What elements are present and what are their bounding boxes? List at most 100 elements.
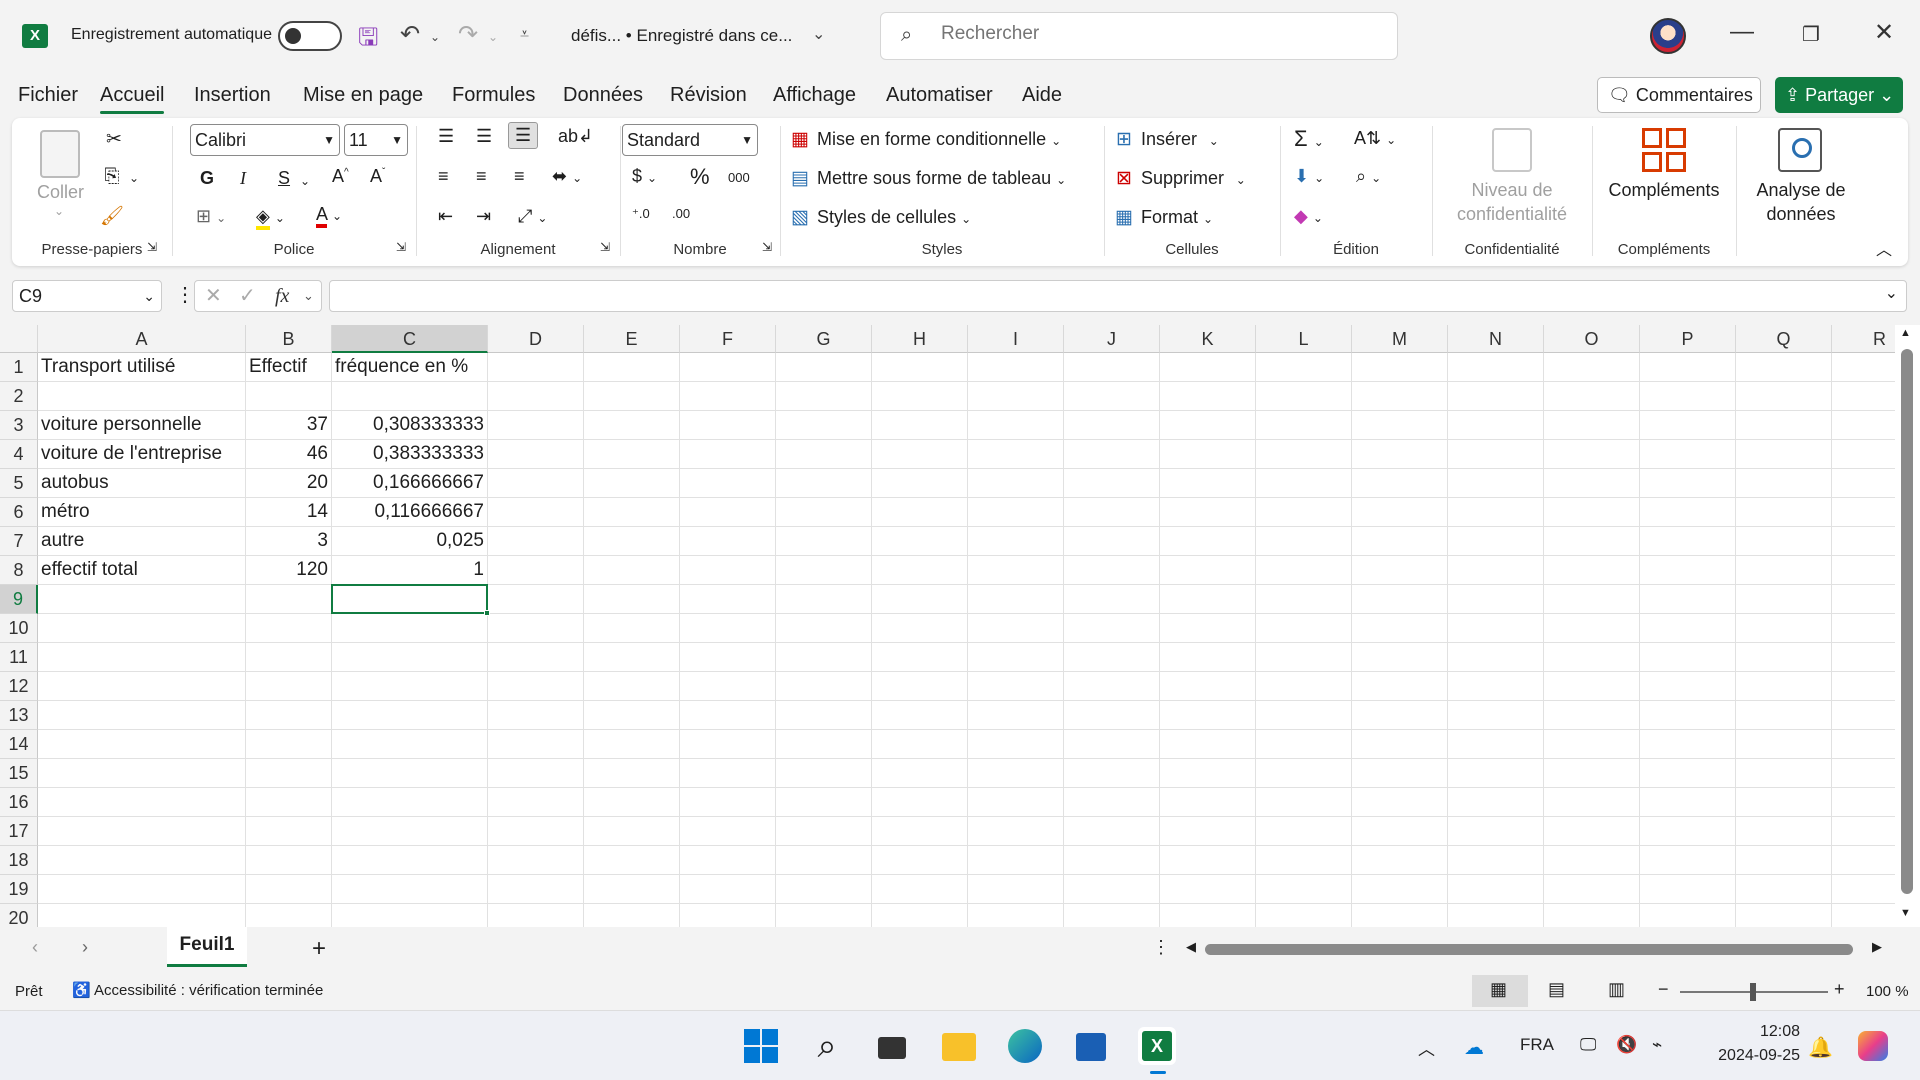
fill-icon[interactable]: ⬇ ⌄ [1294,166,1324,187]
cell-n20[interactable] [1448,904,1544,927]
cell-e16[interactable] [584,788,680,817]
cell-l17[interactable] [1256,817,1352,846]
row-header-18[interactable]: 18 [0,846,38,875]
cell-b12[interactable] [246,672,332,701]
cell-l19[interactable] [1256,875,1352,904]
cell-k3[interactable] [1160,411,1256,440]
cell-j5[interactable] [1064,469,1160,498]
vertical-scrollbar[interactable]: ▲ ▼ [1895,325,1920,927]
cell-e7[interactable] [584,527,680,556]
cell-d7[interactable] [488,527,584,556]
cell-h4[interactable] [872,440,968,469]
cell-j17[interactable] [1064,817,1160,846]
cell-i10[interactable] [968,614,1064,643]
cell-j11[interactable] [1064,643,1160,672]
cell-p20[interactable] [1640,904,1736,927]
cell-g10[interactable] [776,614,872,643]
cell-p2[interactable] [1640,382,1736,411]
cell-c19[interactable] [332,875,488,904]
undo-icon[interactable]: ↶ [400,20,420,49]
cell-q12[interactable] [1736,672,1832,701]
cell-i1[interactable] [968,353,1064,382]
cell-a1[interactable]: Transport utilisé [38,353,246,382]
row-header-7[interactable]: 7 [0,527,38,556]
cell-m19[interactable] [1352,875,1448,904]
scroll-down-icon[interactable]: ▼ [1900,907,1911,919]
row-header-17[interactable]: 17 [0,817,38,846]
cell-q9[interactable] [1736,585,1832,614]
cell-q13[interactable] [1736,701,1832,730]
column-header-d[interactable]: D [488,325,584,353]
task-view-icon[interactable] [874,1027,912,1065]
cell-a19[interactable] [38,875,246,904]
column-header-b[interactable]: B [246,325,332,353]
row-header-10[interactable]: 10 [0,614,38,643]
cell-f5[interactable] [680,469,776,498]
cell-e20[interactable] [584,904,680,927]
column-header-p[interactable]: P [1640,325,1736,353]
cell-a6[interactable]: métro [38,498,246,527]
cell-e19[interactable] [584,875,680,904]
search-input[interactable] [941,23,1361,45]
cell-c16[interactable] [332,788,488,817]
copilot-icon[interactable] [1854,1027,1892,1065]
cell-c1[interactable]: fréquence en % [332,353,488,382]
cell-o7[interactable] [1544,527,1640,556]
cell-k1[interactable] [1160,353,1256,382]
row-header-4[interactable]: 4 [0,440,38,469]
cell-k2[interactable] [1160,382,1256,411]
restore-icon[interactable]: ❐ [1802,22,1820,47]
page-layout-view-icon[interactable]: ▤ [1548,979,1565,1000]
cell-l9[interactable] [1256,585,1352,614]
cell-c14[interactable] [332,730,488,759]
cell-i2[interactable] [968,382,1064,411]
cell-m17[interactable] [1352,817,1448,846]
cell-a8[interactable]: effectif total [38,556,246,585]
cell-d6[interactable] [488,498,584,527]
sheet-tab-feuil1[interactable]: Feuil1 [167,927,247,967]
cell-d9[interactable] [488,585,584,614]
cell-k12[interactable] [1160,672,1256,701]
cell-f13[interactable] [680,701,776,730]
cell-k5[interactable] [1160,469,1256,498]
row-header-11[interactable]: 11 [0,643,38,672]
cell-i18[interactable] [968,846,1064,875]
cell-f15[interactable] [680,759,776,788]
cell-c2[interactable] [332,382,488,411]
cell-h17[interactable] [872,817,968,846]
cell-m20[interactable] [1352,904,1448,927]
cell-n14[interactable] [1448,730,1544,759]
align-middle-icon[interactable]: ☰ [476,126,492,147]
enter-icon[interactable]: ✓ [239,281,256,311]
cell-q16[interactable] [1736,788,1832,817]
cell-g13[interactable] [776,701,872,730]
function-dropdown-icon[interactable]: ⌄ [303,281,314,311]
cell-f8[interactable] [680,556,776,585]
group-addins[interactable]: Compléments Compléments [1594,118,1734,266]
cell-n18[interactable] [1448,846,1544,875]
cell-k7[interactable] [1160,527,1256,556]
tab-donnees[interactable]: Données [563,84,643,107]
next-sheet-icon[interactable]: › [82,937,88,958]
column-header-l[interactable]: L [1256,325,1352,353]
cell-o6[interactable] [1544,498,1640,527]
network-icon[interactable]: 🖵 [1580,1035,1596,1055]
cell-d17[interactable] [488,817,584,846]
cell-g15[interactable] [776,759,872,788]
cell-p3[interactable] [1640,411,1736,440]
cell-i13[interactable] [968,701,1064,730]
column-header-m[interactable]: M [1352,325,1448,353]
format-painter-icon[interactable]: 🖌 [100,204,124,228]
cell-a2[interactable] [38,382,246,411]
edge-icon[interactable] [1006,1027,1044,1065]
cell-m14[interactable] [1352,730,1448,759]
cell-a4[interactable]: voiture de l'entreprise [38,440,246,469]
increase-font-icon[interactable]: A^ [332,166,349,187]
cell-h3[interactable] [872,411,968,440]
cell-q10[interactable] [1736,614,1832,643]
cell-c9[interactable] [332,585,488,614]
cell-j13[interactable] [1064,701,1160,730]
cell-e6[interactable] [584,498,680,527]
cell-g8[interactable] [776,556,872,585]
cell-d11[interactable] [488,643,584,672]
